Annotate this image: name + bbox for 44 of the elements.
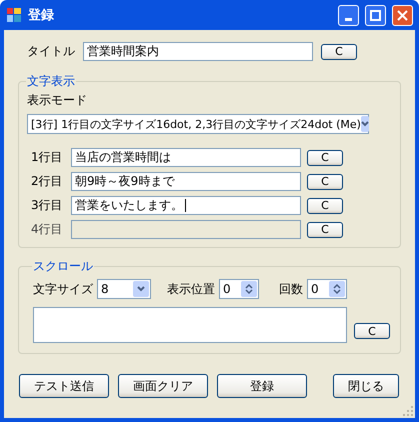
group-title: スクロール xyxy=(32,258,94,275)
line-field[interactable]: 当店の営業時間は xyxy=(71,148,301,167)
maximize-button[interactable] xyxy=(365,4,386,26)
line-field[interactable]: 朝9時～夜9時まで xyxy=(71,172,301,191)
action-button[interactable]: 閉じる xyxy=(333,374,399,398)
window-title: 登録 xyxy=(28,7,55,24)
line-label: 1行目 xyxy=(31,149,64,166)
count-spinner[interactable]: 0 xyxy=(307,279,347,299)
close-icon xyxy=(397,10,408,20)
field-label: タイトル xyxy=(27,43,75,60)
field-label: 文字サイズ xyxy=(33,280,93,298)
action-button[interactable]: 登録 xyxy=(217,374,307,398)
group-title: 文字表示 xyxy=(26,73,76,90)
clear-button[interactable]: C xyxy=(307,150,343,166)
clear-button[interactable]: C xyxy=(307,198,343,214)
minimize-icon xyxy=(345,18,352,20)
field-label: 回数 xyxy=(279,280,303,298)
chevron-down-icon xyxy=(360,121,369,127)
line-label: 4行目 xyxy=(31,221,64,238)
app-icon xyxy=(6,7,22,23)
dropdown-button[interactable] xyxy=(133,281,149,297)
field-label: 表示位置 xyxy=(167,280,215,298)
title-field[interactable]: 営業時間案内 xyxy=(83,42,313,61)
maximize-icon xyxy=(370,10,381,20)
scroll-text-area[interactable] xyxy=(33,307,347,343)
minimize-button[interactable] xyxy=(338,4,359,26)
font-size-dropdown[interactable]: 8 xyxy=(97,279,151,299)
dropdown-button[interactable] xyxy=(360,116,369,132)
action-button[interactable]: テスト送信 xyxy=(19,374,109,398)
spin-arrows-icon[interactable] xyxy=(241,281,257,297)
clear-button[interactable]: C xyxy=(321,44,357,60)
clear-button[interactable]: C xyxy=(354,323,390,339)
chevron-down-icon xyxy=(137,286,145,292)
line-label: 3行目 xyxy=(31,197,64,214)
resize-grip-icon[interactable] xyxy=(403,406,413,416)
action-button[interactable]: 画面クリア xyxy=(118,374,208,398)
field-label: 表示モード xyxy=(27,92,88,109)
spin-arrows-icon[interactable] xyxy=(329,281,345,297)
close-button[interactable] xyxy=(392,4,413,26)
line-field[interactable]: 営業をいたします。 xyxy=(71,196,301,215)
position-spinner[interactable]: 0 xyxy=(219,279,259,299)
clear-button[interactable]: C xyxy=(307,174,343,190)
line-label: 2行目 xyxy=(31,173,64,190)
mode-dropdown[interactable]: [3行] 1行目の文字サイズ16dot, 2,3行目の文字サイズ24dot (Me) xyxy=(27,114,369,134)
